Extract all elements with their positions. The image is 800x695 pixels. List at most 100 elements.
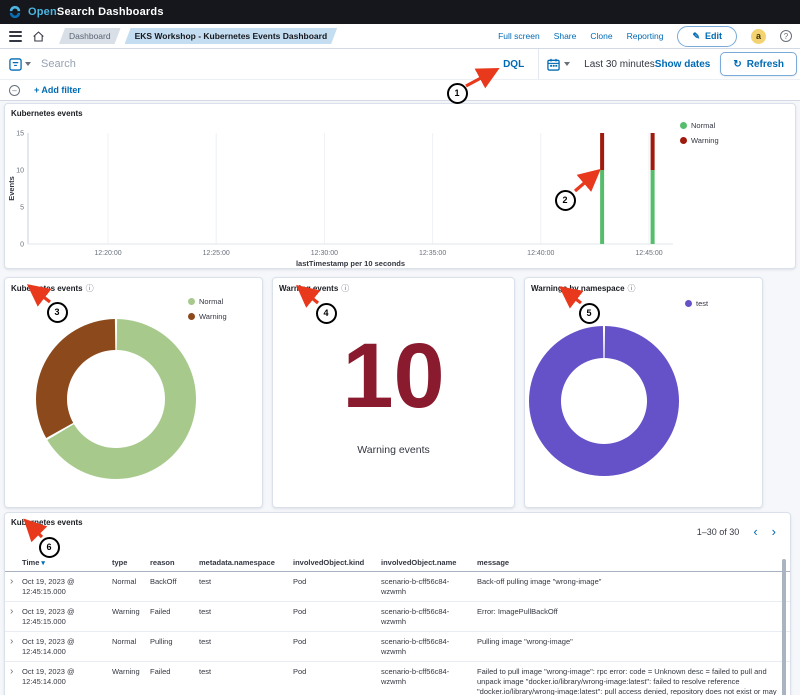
calendar-icon xyxy=(547,58,560,71)
add-filter-link[interactable]: + Add filter xyxy=(34,85,81,95)
cell-name: scenario-b-cff56c84-wzwmh xyxy=(381,602,477,631)
cell-message: Error: ImagePullBackOff xyxy=(477,602,785,621)
panel-title: Kubernetes events xyxy=(5,513,790,527)
pie-legend: test xyxy=(685,299,708,314)
cell-reason: Pulling xyxy=(150,632,199,651)
expand-row-icon[interactable]: › xyxy=(10,632,22,651)
cell-kind: Pod xyxy=(293,662,381,681)
legend-item-warning[interactable]: Warning xyxy=(680,136,719,145)
search-input[interactable]: Search xyxy=(41,58,503,70)
svg-text:0: 0 xyxy=(20,242,24,249)
page-prev-icon[interactable]: ‹ xyxy=(753,527,757,537)
cell-reason: Failed xyxy=(150,662,199,681)
opensearch-logo-icon xyxy=(8,5,22,19)
sort-desc-icon: ▾ xyxy=(41,559,45,567)
cell-type: Warning xyxy=(112,662,150,681)
menu-icon[interactable] xyxy=(9,31,22,42)
events-bar-chart[interactable]: 12:20:0012:25:0012:30:0012:35:0012:40:00… xyxy=(5,118,795,268)
annotation-number-5: 5 xyxy=(579,303,600,324)
cell-namespace: test xyxy=(199,602,293,621)
column-header-type[interactable]: type xyxy=(112,554,150,571)
table-row: ›Oct 19, 2023 @ 12:45:14.000WarningFaile… xyxy=(5,662,790,695)
column-header-message[interactable]: message xyxy=(477,554,785,571)
info-icon[interactable]: ⓘ xyxy=(341,283,349,294)
caret-down-icon xyxy=(25,62,31,66)
svg-text:12:45:00: 12:45:00 xyxy=(635,250,662,257)
app-header: OpenSearch Dashboards xyxy=(0,0,800,24)
legend-item-warning[interactable]: Warning xyxy=(188,312,227,321)
namespace-donut-chart[interactable] xyxy=(525,294,764,507)
pagination: 1–30 of 30 ‹ › xyxy=(697,527,776,537)
expand-row-icon[interactable]: › xyxy=(10,572,22,591)
pencil-icon: ✎ xyxy=(692,31,700,42)
edit-button[interactable]: ✎Edit xyxy=(677,26,737,47)
pie-legend: Normal Warning xyxy=(188,297,227,327)
home-icon[interactable] xyxy=(32,30,45,43)
refresh-icon: ↻ xyxy=(733,59,741,70)
caret-down-icon xyxy=(564,62,570,66)
time-range-value[interactable]: Last 30 minutes xyxy=(584,59,655,70)
column-header-time[interactable]: Time▾ xyxy=(22,554,112,571)
cell-namespace: test xyxy=(199,632,293,651)
column-header-kind[interactable]: involvedObject.kind xyxy=(293,554,381,571)
svg-text:12:40:00: 12:40:00 xyxy=(527,250,554,257)
panel-title: Warnings by namespaceⓘ xyxy=(525,278,762,294)
column-header-reason[interactable]: reason xyxy=(150,554,199,571)
svg-text:15: 15 xyxy=(16,131,24,138)
info-icon[interactable]: ⓘ xyxy=(86,283,94,294)
dql-label[interactable]: DQL xyxy=(503,59,524,70)
column-header-name[interactable]: involvedObject.name xyxy=(381,554,477,571)
filter-square-icon xyxy=(9,58,22,71)
refresh-button[interactable]: ↻Refresh xyxy=(720,52,797,76)
panel-kubernetes-events-pie: Kubernetes eventsⓘ Normal Warning xyxy=(4,277,263,508)
date-picker-button[interactable] xyxy=(539,58,578,71)
cell-type: Normal xyxy=(112,632,150,651)
cell-namespace: test xyxy=(199,662,293,681)
cell-message: Failed to pull image "wrong-image": rpc … xyxy=(477,662,785,695)
chart-legend: Normal Warning xyxy=(680,121,719,151)
panel-title: Kubernetes eventsⓘ xyxy=(5,278,262,294)
full-screen-link[interactable]: Full screen xyxy=(498,31,540,41)
legend-item-normal[interactable]: Normal xyxy=(680,121,719,130)
cell-kind: Pod xyxy=(293,572,381,591)
breadcrumb-dashboard[interactable]: Dashboard xyxy=(59,28,121,44)
show-dates-link[interactable]: Show dates xyxy=(655,59,711,70)
annotation-number-1: 1 xyxy=(447,83,468,104)
legend-item-test[interactable]: test xyxy=(685,299,708,308)
filter-options-icon[interactable]: – xyxy=(9,85,20,96)
panel-warnings-by-namespace: Warnings by namespaceⓘ test xyxy=(524,277,763,508)
cell-reason: BackOff xyxy=(150,572,199,591)
panel-kubernetes-events-chart: Kubernetes events 12:20:0012:25:0012:30:… xyxy=(4,103,796,269)
cell-message: Back-off pulling image "wrong-image" xyxy=(477,572,785,591)
cell-type: Warning xyxy=(112,602,150,621)
expand-row-icon[interactable]: › xyxy=(10,602,22,621)
avatar[interactable]: a xyxy=(751,29,766,44)
page-next-icon[interactable]: › xyxy=(772,527,776,537)
panel-warning-events-metric: Warning eventsⓘ 10 Warning events xyxy=(272,277,515,508)
table-scrollbar[interactable] xyxy=(782,559,786,695)
table-header: Time▾ type reason metadata.namespace inv… xyxy=(5,554,790,572)
cell-message: Pulling image "wrong-image" xyxy=(477,632,785,651)
pagination-range: 1–30 of 30 xyxy=(697,527,740,537)
clone-link[interactable]: Clone xyxy=(590,31,612,41)
query-bar: Search DQL Last 30 minutes Show dates ↻R… xyxy=(0,49,800,80)
column-header-namespace[interactable]: metadata.namespace xyxy=(199,554,293,571)
annotation-number-4: 4 xyxy=(316,303,337,324)
legend-item-normal[interactable]: Normal xyxy=(188,297,227,306)
cell-reason: Failed xyxy=(150,602,199,621)
table-row: ›Oct 19, 2023 @ 12:45:15.000WarningFaile… xyxy=(5,602,790,632)
info-icon[interactable]: ⓘ xyxy=(628,283,636,294)
cell-time: Oct 19, 2023 @ 12:45:14.000 xyxy=(22,662,112,691)
help-icon[interactable]: ? xyxy=(780,30,792,42)
svg-text:12:20:00: 12:20:00 xyxy=(94,250,121,257)
annotation-number-2: 2 xyxy=(555,190,576,211)
expand-row-icon[interactable]: › xyxy=(10,662,22,681)
query-language-menu[interactable] xyxy=(0,58,37,71)
svg-text:12:30:00: 12:30:00 xyxy=(311,250,338,257)
svg-text:10: 10 xyxy=(16,168,24,175)
cell-name: scenario-b-cff56c84-wzwmh xyxy=(381,572,477,601)
svg-text:12:35:00: 12:35:00 xyxy=(419,250,446,257)
reporting-link[interactable]: Reporting xyxy=(627,31,664,41)
share-link[interactable]: Share xyxy=(554,31,577,41)
panel-kubernetes-events-table: Kubernetes events 1–30 of 30 ‹ › Time▾ t… xyxy=(4,512,791,695)
